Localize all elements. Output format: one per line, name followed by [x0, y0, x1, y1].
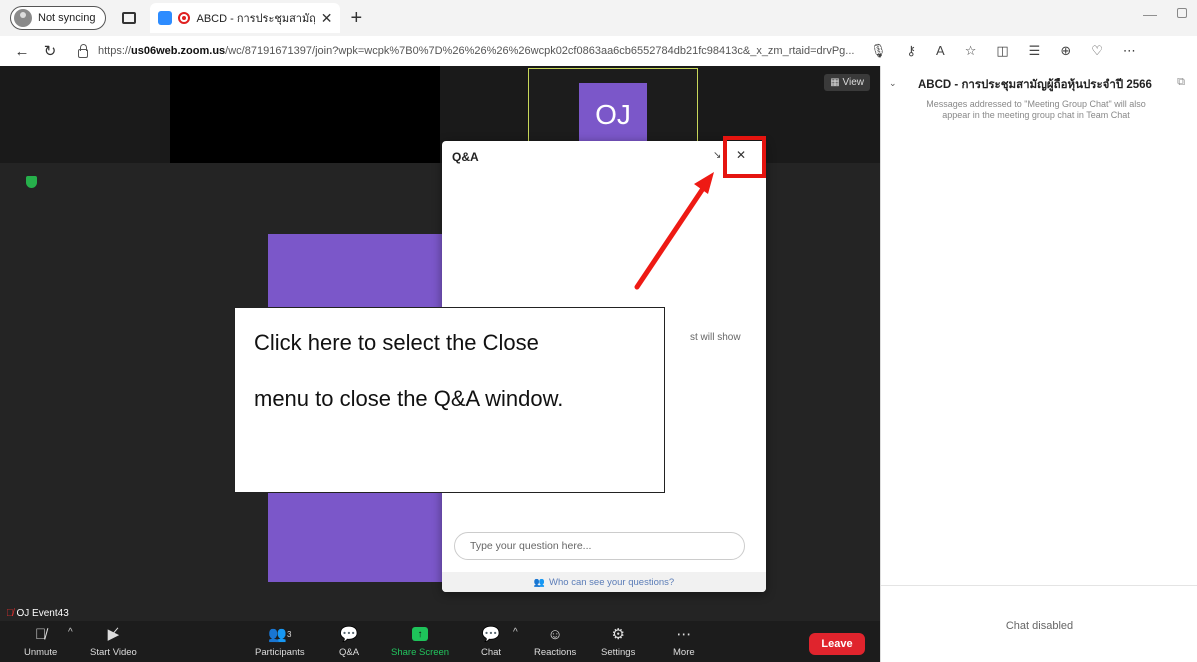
refresh-icon[interactable]: ↻ — [36, 42, 64, 60]
gear-icon: ⚙ — [611, 626, 625, 643]
favorites-icon[interactable]: ☰ — [1029, 43, 1041, 59]
favorite-star-icon[interactable]: ☆ — [965, 43, 977, 59]
split-screen-icon[interactable]: ◫ — [996, 43, 1008, 59]
tab-close-icon[interactable]: ✕ — [321, 10, 333, 27]
more-button[interactable]: ⋯ More — [673, 625, 695, 658]
participants-count: 3 — [286, 629, 292, 639]
video-off-icon: ▶̸ — [107, 626, 120, 643]
question-input[interactable]: Type your question here... — [454, 532, 745, 560]
recording-icon — [178, 12, 191, 24]
qa-button[interactable]: 💬 Q&A — [339, 625, 359, 658]
minimize-icon[interactable]: ↘ — [713, 150, 721, 161]
view-button[interactable]: ▦ View — [824, 74, 870, 91]
lock-icon[interactable] — [78, 43, 88, 58]
new-tab-icon[interactable]: + — [350, 7, 362, 30]
meeting-toolbar: 🎙̸ Unmute ^ ▶̸ Start Video 👥 3 Participan… — [0, 621, 880, 662]
participants-icon: 👥 3 — [268, 626, 292, 643]
url-field[interactable]: https://us06web.zoom.us/wc/87191671397/j… — [98, 45, 862, 57]
audio-options-chevron-icon[interactable]: ^ — [68, 627, 73, 638]
chat-options-chevron-icon[interactable]: ^ — [513, 627, 518, 638]
reactions-icon: ☺ — [547, 625, 563, 643]
view-label: View — [842, 77, 865, 88]
share-screen-icon: ↑ — [412, 625, 429, 643]
chevron-down-icon[interactable]: ⌄ — [889, 78, 897, 89]
chat-button[interactable]: 💬 Chat — [481, 625, 501, 658]
address-bar: ← ↻ https://us06web.zoom.us/wc/871916713… — [0, 36, 1197, 66]
url-path: /wc/87191671397/join?wpk=wcpk%7B0%7D%26%… — [225, 45, 855, 57]
settings-label: Settings — [601, 647, 636, 658]
url-prefix: https:// — [98, 45, 132, 57]
qa-label: Q&A — [339, 647, 360, 658]
window-maximize-icon[interactable] — [1177, 8, 1187, 18]
browser-menu-icon[interactable]: ⋯ — [1123, 43, 1136, 59]
participant-avatar: OJ — [579, 83, 647, 147]
tab-title: ABCD - การประชุมสามัญผู้ถือา — [196, 13, 315, 25]
read-aloud-icon[interactable]: A — [936, 43, 945, 59]
more-label: More — [673, 647, 695, 658]
start-video-label: Start Video — [90, 647, 137, 658]
tab-actions-icon[interactable] — [122, 12, 137, 24]
browser-tab-bar: Not syncing ABCD - การประชุมสามัญผู้ถือา… — [0, 0, 1197, 36]
more-dots-icon: ⋯ — [676, 626, 692, 643]
chat-disabled-text: Chat disabled — [1005, 620, 1074, 632]
video-tile — [170, 66, 440, 163]
browser-tab[interactable]: ABCD - การประชุมสามัญผู้ถือา ✕ — [150, 3, 341, 33]
key-icon[interactable]: ⚷ — [907, 43, 917, 59]
mic-off-icon: 🎙̸ — [35, 625, 47, 643]
close-highlight-box — [723, 136, 766, 178]
leave-button[interactable]: Leave — [809, 633, 865, 655]
visibility-info-text: Who can see your questions? — [549, 576, 675, 588]
popout-icon[interactable]: ⧉ — [1177, 76, 1185, 89]
unmute-button[interactable]: 🎙̸ Unmute — [24, 625, 58, 659]
chat-title: ABCD - การประชุมสามัญผู้ถือหุ้นประจำปี 2… — [918, 79, 1152, 91]
chat-divider — [881, 585, 1197, 586]
reactions-label: Reactions — [534, 647, 577, 658]
instruction-callout: Click here to select the Close menu to c… — [234, 307, 665, 493]
chat-icon: 💬 — [481, 626, 501, 643]
chat-note: Messages addressed to "Meeting Group Cha… — [926, 99, 1146, 120]
settings-button[interactable]: ⚙ Settings — [601, 625, 635, 658]
collections-icon[interactable]: ⊕ — [1060, 43, 1071, 59]
url-host: us06web.zoom.us — [131, 45, 226, 57]
security-shield-icon — [26, 176, 37, 188]
participant-name-tag: 🎙̸ OJ Event43 — [6, 608, 69, 619]
browser-essentials-icon[interactable]: ♡ — [1091, 43, 1103, 59]
people-icon: 👥 — [533, 576, 546, 587]
participants-button[interactable]: 👥 3 Participants — [255, 625, 305, 658]
participant-name: OJ Event43 — [16, 608, 69, 619]
profile-avatar-icon — [14, 9, 32, 27]
participants-label: Participants — [255, 647, 305, 658]
callout-line-1: Click here to select the Close — [254, 330, 539, 355]
unmute-label: Unmute — [24, 647, 58, 658]
reactions-button[interactable]: ☺ Reactions — [534, 625, 577, 659]
share-screen-label: Share Screen — [391, 647, 450, 658]
start-video-button[interactable]: ▶̸ Start Video — [90, 625, 137, 658]
zoom-favicon-icon — [158, 11, 173, 25]
profile-label: Not syncing — [38, 12, 96, 24]
qa-icon: 💬 — [339, 626, 359, 643]
back-icon[interactable]: ← — [8, 43, 36, 60]
profile-button[interactable]: Not syncing — [10, 6, 107, 30]
qa-empty-message: st will show — [690, 332, 741, 343]
share-screen-button[interactable]: ↑ Share Screen — [391, 625, 449, 658]
microphone-icon[interactable]: 🎙 — [870, 43, 887, 59]
qa-dialog-title: Q&A — [452, 150, 479, 164]
chat-label: Chat — [481, 647, 502, 658]
callout-line-2: menu to close the Q&A window. — [254, 386, 564, 411]
window-minimize-icon[interactable]: — — [1143, 6, 1157, 22]
chat-panel: ⌄ ABCD - การประชุมสามัญผู้ถือหุ้นประจำปี… — [880, 66, 1197, 662]
muted-mic-icon: 🎙̸ — [6, 608, 14, 619]
visibility-info-link[interactable]: 👥 Who can see your questions? — [442, 572, 766, 592]
